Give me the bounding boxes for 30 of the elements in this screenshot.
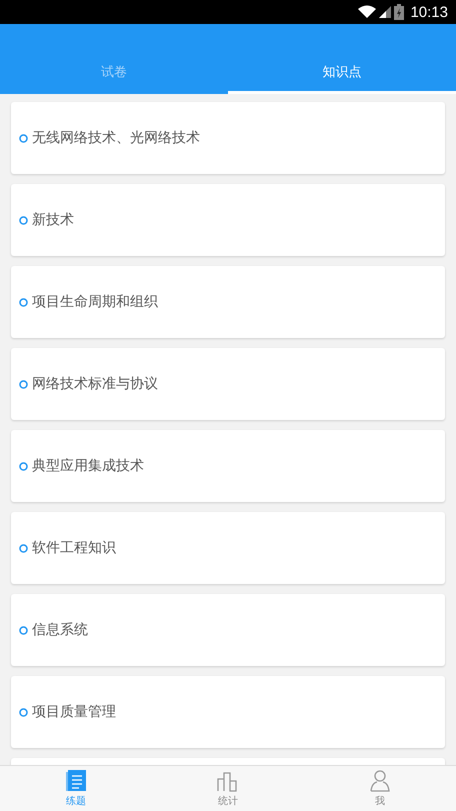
topic-card[interactable]: 项目生命周期和组织 [11, 266, 445, 338]
document-icon [65, 769, 87, 792]
circle-icon [19, 708, 28, 716]
topic-card[interactable]: 无线网络技术、光网络技术 [11, 102, 445, 174]
topic-card[interactable]: 软件工程知识 [11, 512, 445, 584]
status-time: 10:13 [410, 4, 448, 20]
topic-label: 典型应用集成技术 [32, 457, 144, 475]
topic-label: 无线网络技术、光网络技术 [32, 129, 200, 147]
topic-card[interactable]: 信息系统 [11, 594, 445, 666]
topic-card[interactable]: 项目质量管理 [11, 676, 445, 748]
topic-label: 项目质量管理 [32, 703, 116, 721]
topic-label: 网络技术标准与协议 [32, 375, 158, 393]
circle-icon [19, 216, 28, 224]
topic-card[interactable]: 网络技术标准与协议 [11, 348, 445, 420]
topic-label: 项目生命周期和组织 [32, 293, 158, 311]
topic-label: 软件工程知识 [32, 539, 116, 557]
circle-icon [19, 626, 28, 634]
topic-card[interactable]: 典型应用集成技术 [11, 430, 445, 502]
topic-card[interactable]: 新技术 [11, 184, 445, 256]
circle-icon [19, 134, 28, 142]
circle-icon [19, 298, 28, 306]
wifi-icon [358, 5, 376, 19]
topic-label: 信息系统 [32, 621, 88, 639]
circle-icon [19, 462, 28, 470]
person-icon [369, 769, 391, 792]
battery-icon [394, 4, 404, 20]
signal-icon [379, 5, 392, 19]
circle-icon [19, 544, 28, 552]
topic-label: 新技术 [32, 211, 74, 229]
circle-icon [19, 380, 28, 388]
